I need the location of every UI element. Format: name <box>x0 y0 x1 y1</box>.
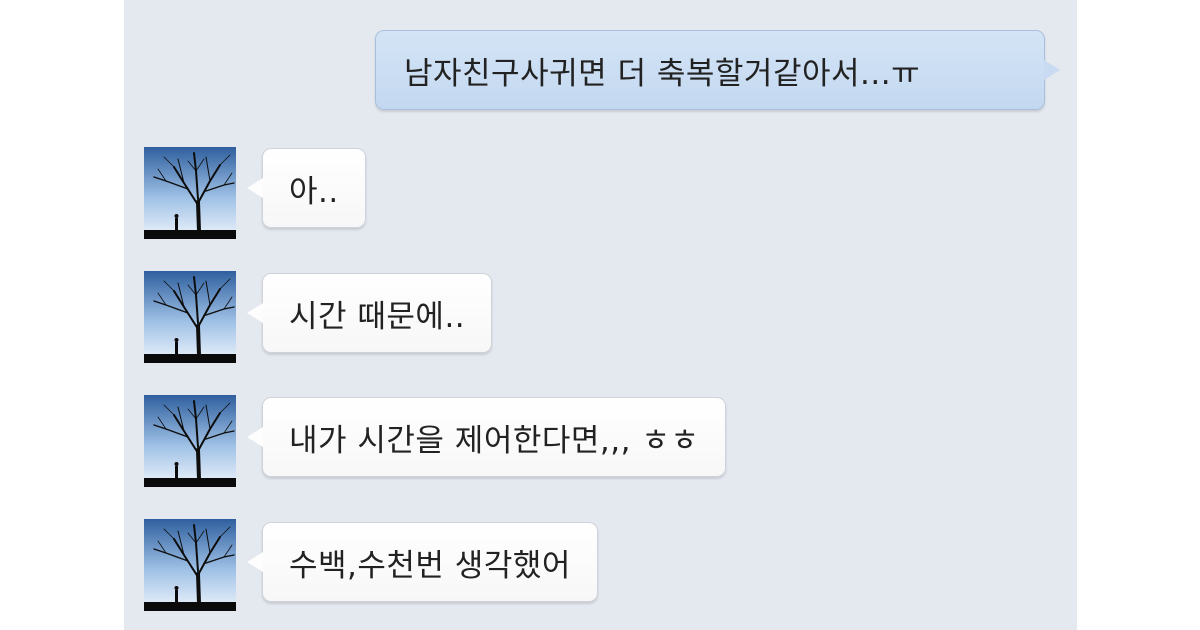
bubble-tail <box>247 427 263 447</box>
tree-silhouette-avatar-icon <box>144 147 236 239</box>
incoming-message-text: 내가 시간을 제어한다면,,, ㅎㅎ <box>289 422 700 459</box>
incoming-message-bubble[interactable]: 시간 때문에.. <box>247 273 493 353</box>
bubble-tail <box>247 178 263 198</box>
bubble-tail <box>247 303 263 323</box>
chat-conversation: 남자친구사귀면 더 축복할거같아서...ㅠ 아.. 시간 때문에.. 내가 시간… <box>124 0 1077 630</box>
sender-avatar[interactable] <box>144 147 236 239</box>
outgoing-message-bubble[interactable]: 남자친구사귀면 더 축복할거같아서...ㅠ <box>375 30 1060 110</box>
sender-avatar[interactable] <box>144 395 236 487</box>
sender-avatar[interactable] <box>144 271 236 363</box>
incoming-message-bubble[interactable]: 내가 시간을 제어한다면,,, ㅎㅎ <box>247 397 727 477</box>
incoming-message-text: 수백,수천번 생각했어 <box>289 547 571 584</box>
incoming-message-text: 시간 때문에.. <box>289 298 466 335</box>
bubble-tail <box>247 552 263 572</box>
outgoing-message-text: 남자친구사귀면 더 축복할거같아서...ㅠ <box>404 55 921 92</box>
incoming-message-bubble[interactable]: 아.. <box>247 148 366 228</box>
tree-silhouette-avatar-icon <box>144 395 236 487</box>
incoming-message-bubble[interactable]: 수백,수천번 생각했어 <box>247 522 598 602</box>
sender-avatar[interactable] <box>144 519 236 611</box>
incoming-message-text: 아.. <box>289 173 339 210</box>
tree-silhouette-avatar-icon <box>144 519 236 611</box>
bubble-tail <box>1044 60 1060 80</box>
tree-silhouette-avatar-icon <box>144 271 236 363</box>
